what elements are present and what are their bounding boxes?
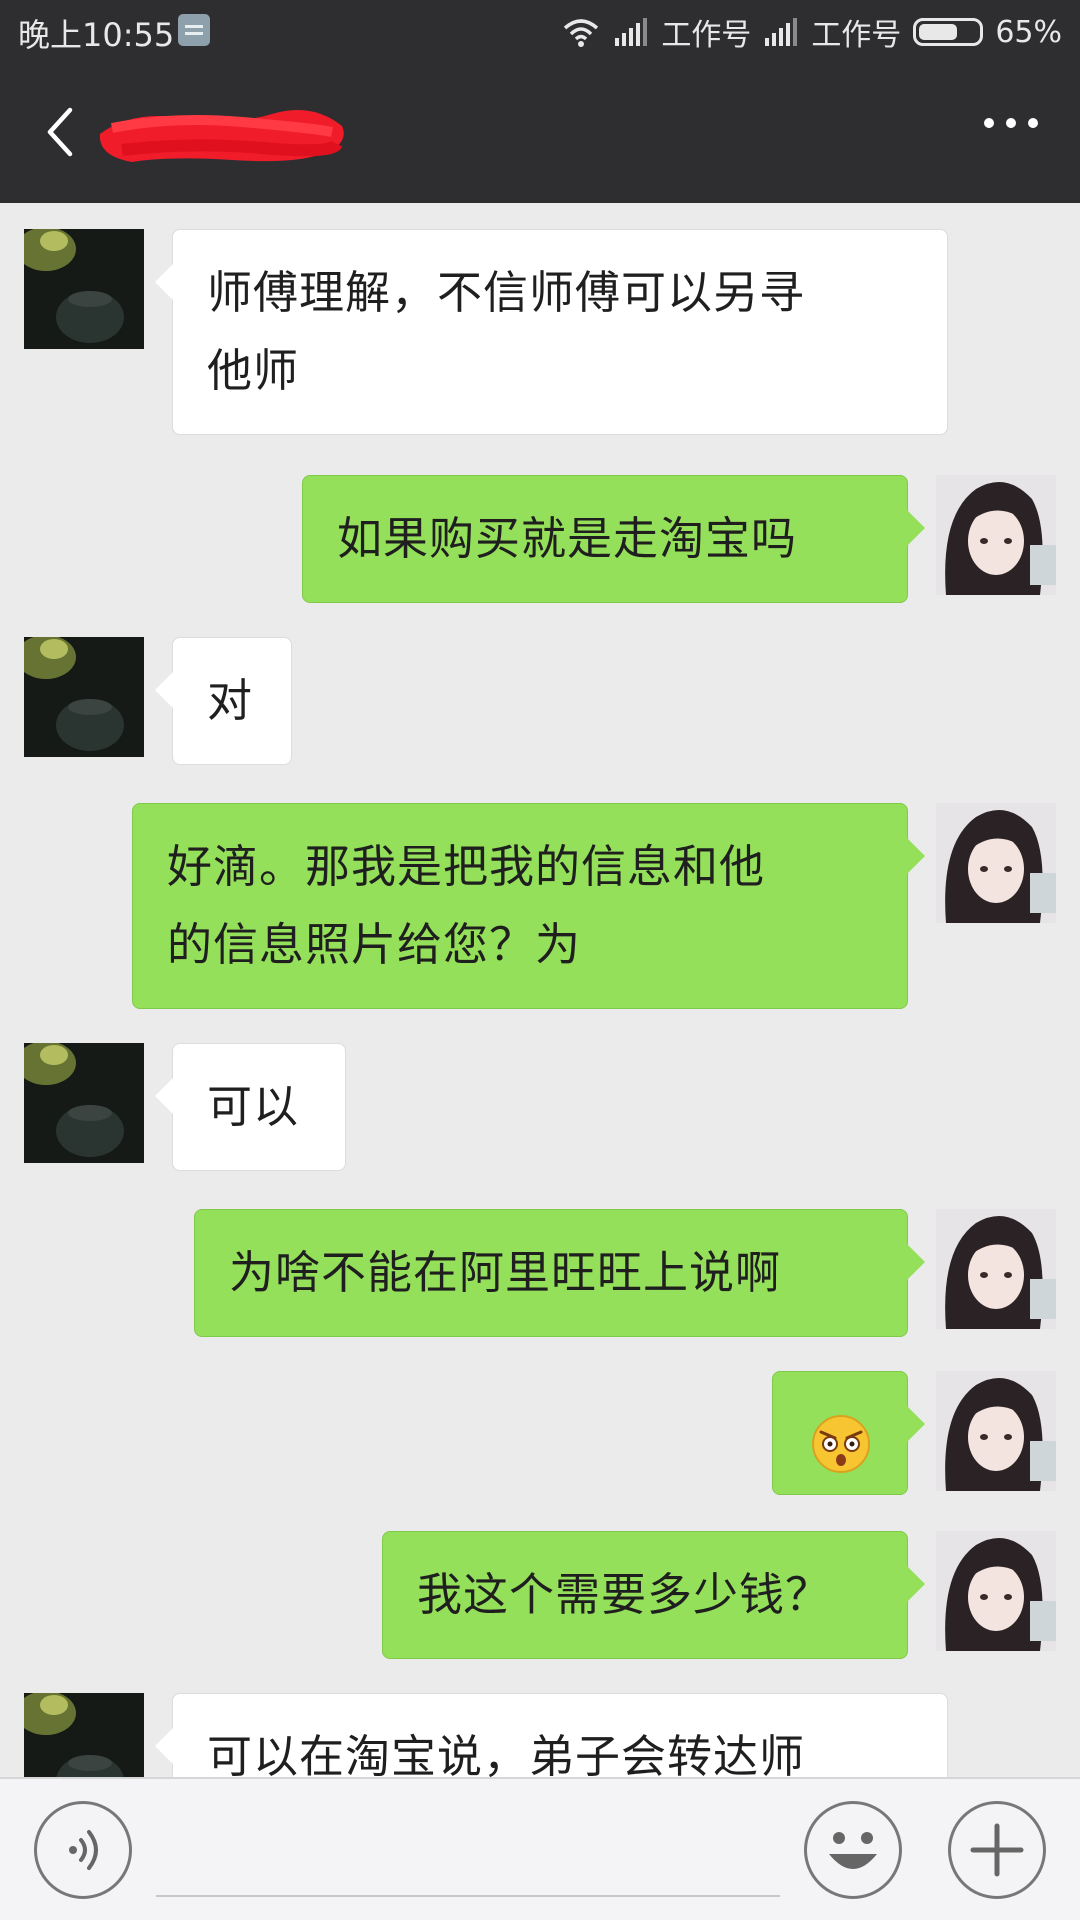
user-avatar[interactable] (936, 1531, 1056, 1651)
incoming-bubble[interactable]: 可以在淘宝说，弟子会转达师 (155, 1693, 948, 1777)
incoming-bubble[interactable]: 可以 (155, 1043, 346, 1171)
notification-icon (178, 14, 210, 46)
carrier-2-label: 工作号 (811, 18, 902, 53)
plus-icon (970, 1823, 1024, 1877)
status-bar: 晚上10:55 工作号 工作号 65% (0, 0, 1080, 62)
message-text: 我这个需要多少钱？ (417, 1568, 832, 1621)
title-bar (0, 62, 1080, 203)
emoji-button[interactable] (804, 1801, 902, 1899)
text-input-field[interactable] (156, 1895, 780, 1897)
more-dots-icon[interactable] (984, 118, 1038, 128)
contact-name-redacted[interactable] (92, 104, 352, 168)
voice-input-button[interactable] (34, 1801, 132, 1899)
input-bar (0, 1777, 1080, 1920)
signal-icon-1 (613, 18, 649, 46)
status-right: 工作号 工作号 65% (561, 10, 1062, 54)
smile-icon (829, 1832, 877, 1869)
message-text: 可以在淘宝说，弟子会转达师 (207, 1730, 806, 1777)
outgoing-bubble[interactable] (772, 1371, 925, 1495)
signal-icon-2 (763, 18, 799, 46)
user-avatar[interactable] (936, 803, 1056, 923)
back-chevron-icon[interactable] (38, 102, 82, 162)
outgoing-bubble[interactable]: 为啥不能在阿里旺旺上说啊 (194, 1209, 925, 1337)
incoming-bubble[interactable]: 对 (155, 637, 292, 765)
outgoing-bubble[interactable]: 我这个需要多少钱？ (382, 1531, 925, 1659)
contact-avatar[interactable] (24, 637, 144, 757)
outgoing-bubble[interactable]: 如果购买就是走淘宝吗 (302, 475, 925, 603)
carrier-1-label: 工作号 (661, 18, 752, 53)
user-avatar[interactable] (936, 1371, 1056, 1491)
top-bar: 晚上10:55 工作号 工作号 65% (0, 0, 1080, 203)
message-text: 他师 (207, 344, 300, 397)
shocked-face-emoji-icon (811, 1414, 871, 1474)
message-text: 可以 (207, 1080, 300, 1133)
status-time: 晚上10:55 (18, 16, 175, 54)
message-text: 为啥不能在阿里旺旺上说啊 (229, 1246, 782, 1299)
contact-avatar[interactable] (24, 1693, 144, 1777)
message-text: 的信息照片给您？为 (167, 918, 582, 971)
message-text: 如果购买就是走淘宝吗 (337, 512, 798, 565)
message-text: 好滴。那我是把我的信息和他 (167, 840, 766, 893)
contact-avatar[interactable] (24, 229, 144, 349)
user-avatar[interactable] (936, 475, 1056, 595)
wifi-icon (561, 16, 601, 48)
battery-percent: 65% (995, 14, 1062, 50)
user-avatar[interactable] (936, 1209, 1056, 1329)
contact-avatar[interactable] (24, 1043, 144, 1163)
battery-icon (913, 18, 984, 46)
outgoing-bubble[interactable]: 好滴。那我是把我的信息和他 的信息照片给您？为 (132, 803, 925, 1009)
message-text: 对 (207, 674, 254, 727)
message-text: 师傅理解，不信师傅可以另寻 (207, 266, 806, 319)
chat-area[interactable]: 师傅理解，不信师傅可以另寻 他师 如果购买就是走淘宝吗 对 好滴。那我是把我的信… (0, 203, 1080, 1777)
add-more-button[interactable] (948, 1801, 1046, 1899)
voice-icon (69, 1830, 98, 1870)
incoming-bubble[interactable]: 师傅理解，不信师傅可以另寻 他师 (155, 229, 948, 435)
